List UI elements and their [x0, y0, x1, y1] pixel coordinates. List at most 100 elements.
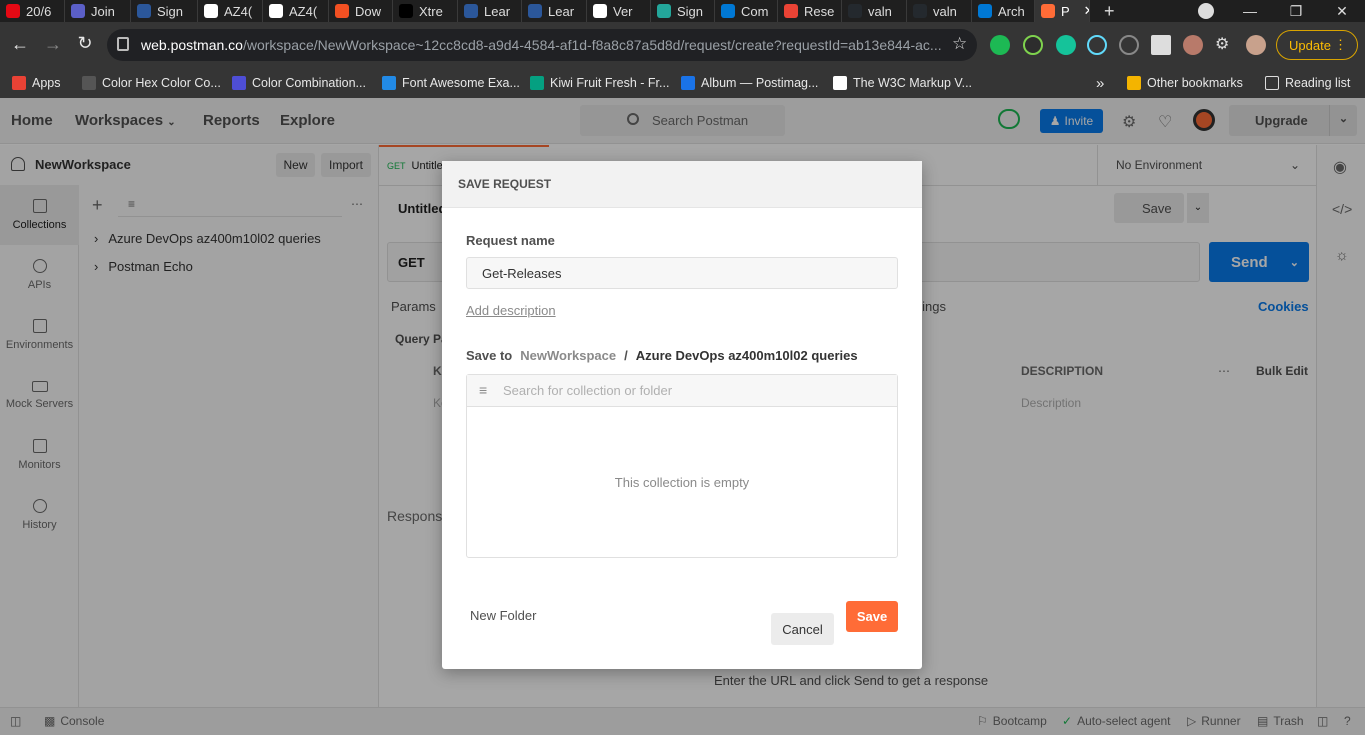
browser-tab-label: Sign: [677, 3, 704, 19]
bookmark-item[interactable]: Font Awesome Exa...: [382, 76, 520, 90]
favicon-icon: [913, 4, 927, 18]
dialog-title: SAVE REQUEST: [442, 161, 922, 208]
extension-icon[interactable]: [1023, 35, 1043, 55]
favicon-icon: [978, 4, 992, 18]
extension-icon[interactable]: [1119, 35, 1139, 55]
bookmark-item[interactable]: Album — Postimag...: [681, 76, 818, 90]
reading-list-icon: [1265, 76, 1279, 90]
collection-search-input[interactable]: ≡ Search for collection or folder: [467, 375, 897, 407]
browser-tab[interactable]: AZ4(: [263, 0, 329, 22]
reload-icon[interactable]: ↻: [70, 33, 100, 54]
browser-tab-label: Arch: [998, 3, 1025, 19]
address-bar[interactable]: web.postman.co/workspace/NewWorkspace~12…: [107, 29, 977, 61]
bookmark-label: Font Awesome Exa...: [402, 76, 520, 90]
request-name-input[interactable]: Get-Releases: [466, 257, 898, 289]
bookmark-item[interactable]: Kiwi Fruit Fresh - Fr...: [530, 76, 669, 90]
url-path: /workspace/NewWorkspace~12cc8cd8-a9d4-45…: [242, 37, 942, 53]
forward-icon[interactable]: →: [38, 34, 68, 55]
favicon-icon: [6, 4, 20, 18]
bookmark-label: Color Hex Color Co...: [102, 76, 221, 90]
browser-tab-label: valn: [933, 3, 957, 19]
new-folder-button[interactable]: New Folder: [470, 608, 536, 623]
browser-tab[interactable]: P✕: [1035, 0, 1090, 22]
bookmark-item[interactable]: The W3C Markup V...: [833, 76, 972, 90]
browser-tab-label: Rese: [804, 3, 835, 19]
update-button[interactable]: Update ⋮: [1276, 30, 1358, 60]
close-tab-icon[interactable]: ✕: [1084, 3, 1089, 19]
bookmark-icon: [833, 76, 847, 90]
bookmark-icon: [530, 76, 544, 90]
collection-search-placeholder: Search for collection or folder: [503, 383, 673, 398]
bookmark-item[interactable]: Color Combination...: [232, 76, 366, 90]
new-tab-button[interactable]: +: [1104, 1, 1115, 22]
browser-tab[interactable]: Ver: [587, 0, 651, 22]
browser-tab-label: Sign: [157, 3, 184, 19]
bookmark-star-icon[interactable]: ☆: [952, 34, 967, 54]
browser-tab-label: AZ4(: [289, 3, 318, 19]
breadcrumb-separator: /: [624, 348, 628, 363]
react-devtools-icon[interactable]: [1087, 35, 1107, 55]
add-description-link[interactable]: Add description: [466, 303, 556, 318]
bookmark-icon: [382, 76, 396, 90]
browser-tab-label: Xtre: [419, 3, 443, 19]
back-icon[interactable]: ←: [5, 34, 35, 55]
restore-icon[interactable]: ❐: [1273, 0, 1319, 22]
browser-tab[interactable]: Lear: [522, 0, 587, 22]
reading-list-label: Reading list: [1285, 76, 1351, 90]
browser-tab-label: Com: [741, 3, 769, 19]
puzzle-icon[interactable]: ⚙: [1215, 34, 1229, 54]
browser-tab[interactable]: Com: [715, 0, 778, 22]
filter-icon: ≡: [479, 382, 488, 398]
browser-toolbar: ← → ↻ web.postman.co/workspace/NewWorksp…: [0, 22, 1365, 68]
browser-tab[interactable]: Arch: [972, 0, 1035, 22]
browser-tab[interactable]: Rese: [778, 0, 842, 22]
browser-tab[interactable]: Sign: [131, 0, 198, 22]
barcode-icon[interactable]: [1151, 35, 1171, 55]
favicon-icon: [399, 4, 413, 18]
extension-icon[interactable]: [1183, 35, 1203, 55]
browser-tab-label: Dow: [355, 3, 382, 19]
reading-list[interactable]: Reading list: [1265, 76, 1350, 90]
bookmarks-more[interactable]: »: [1096, 75, 1104, 92]
url-host: web.postman.co: [141, 37, 243, 53]
browser-tab[interactable]: Xtre: [393, 0, 458, 22]
save-to-label: Save to: [466, 348, 513, 363]
update-label: Update: [1289, 37, 1331, 53]
favicon-icon: [1041, 4, 1055, 18]
browser-tab-label: Join: [91, 3, 115, 19]
other-bookmarks-label: Other bookmarks: [1147, 76, 1243, 90]
browser-tab[interactable]: valn: [907, 0, 972, 22]
browser-tab-label: P: [1061, 3, 1070, 19]
favicon-icon: [464, 4, 478, 18]
favicon-icon: [204, 4, 218, 18]
browser-tab[interactable]: Join: [65, 0, 131, 22]
favicon-icon: [269, 4, 283, 18]
cancel-button[interactable]: Cancel: [771, 613, 834, 645]
breadcrumb-workspace[interactable]: NewWorkspace: [520, 348, 616, 363]
bookmark-item[interactable]: Color Hex Color Co...: [82, 76, 221, 90]
bookmarks-bar: » Other bookmarks Reading list Apps Color…: [0, 68, 1365, 98]
close-window-icon[interactable]: ✕: [1319, 0, 1365, 22]
empty-collection-message: This collection is empty: [614, 475, 750, 490]
tab-search-icon[interactable]: [1198, 3, 1214, 19]
browser-tab-label: Lear: [548, 3, 575, 19]
profile-avatar[interactable]: [1246, 35, 1266, 55]
browser-tab[interactable]: valn: [842, 0, 907, 22]
browser-tab[interactable]: Dow: [329, 0, 393, 22]
breadcrumb-collection: Azure DevOps az400m10l02 queries: [635, 348, 858, 363]
browser-tab[interactable]: AZ4(: [198, 0, 263, 22]
browser-tab[interactable]: Sign: [651, 0, 715, 22]
grammarly-icon[interactable]: [1056, 35, 1076, 55]
favicon-icon: [71, 4, 85, 18]
browser-tab[interactable]: 20/6: [0, 0, 65, 22]
browser-tab[interactable]: Lear: [458, 0, 522, 22]
favicon-icon: [528, 4, 542, 18]
bookmark-icon: [681, 76, 695, 90]
minimize-icon[interactable]: —: [1227, 0, 1273, 22]
other-bookmarks[interactable]: Other bookmarks: [1127, 76, 1243, 90]
bookmark-item[interactable]: Apps: [12, 76, 61, 90]
save-button[interactable]: Save: [846, 601, 898, 632]
bookmark-label: Album — Postimag...: [701, 76, 819, 90]
extension-check-icon[interactable]: [990, 35, 1010, 55]
browser-tab-label: 20/6: [26, 3, 52, 19]
